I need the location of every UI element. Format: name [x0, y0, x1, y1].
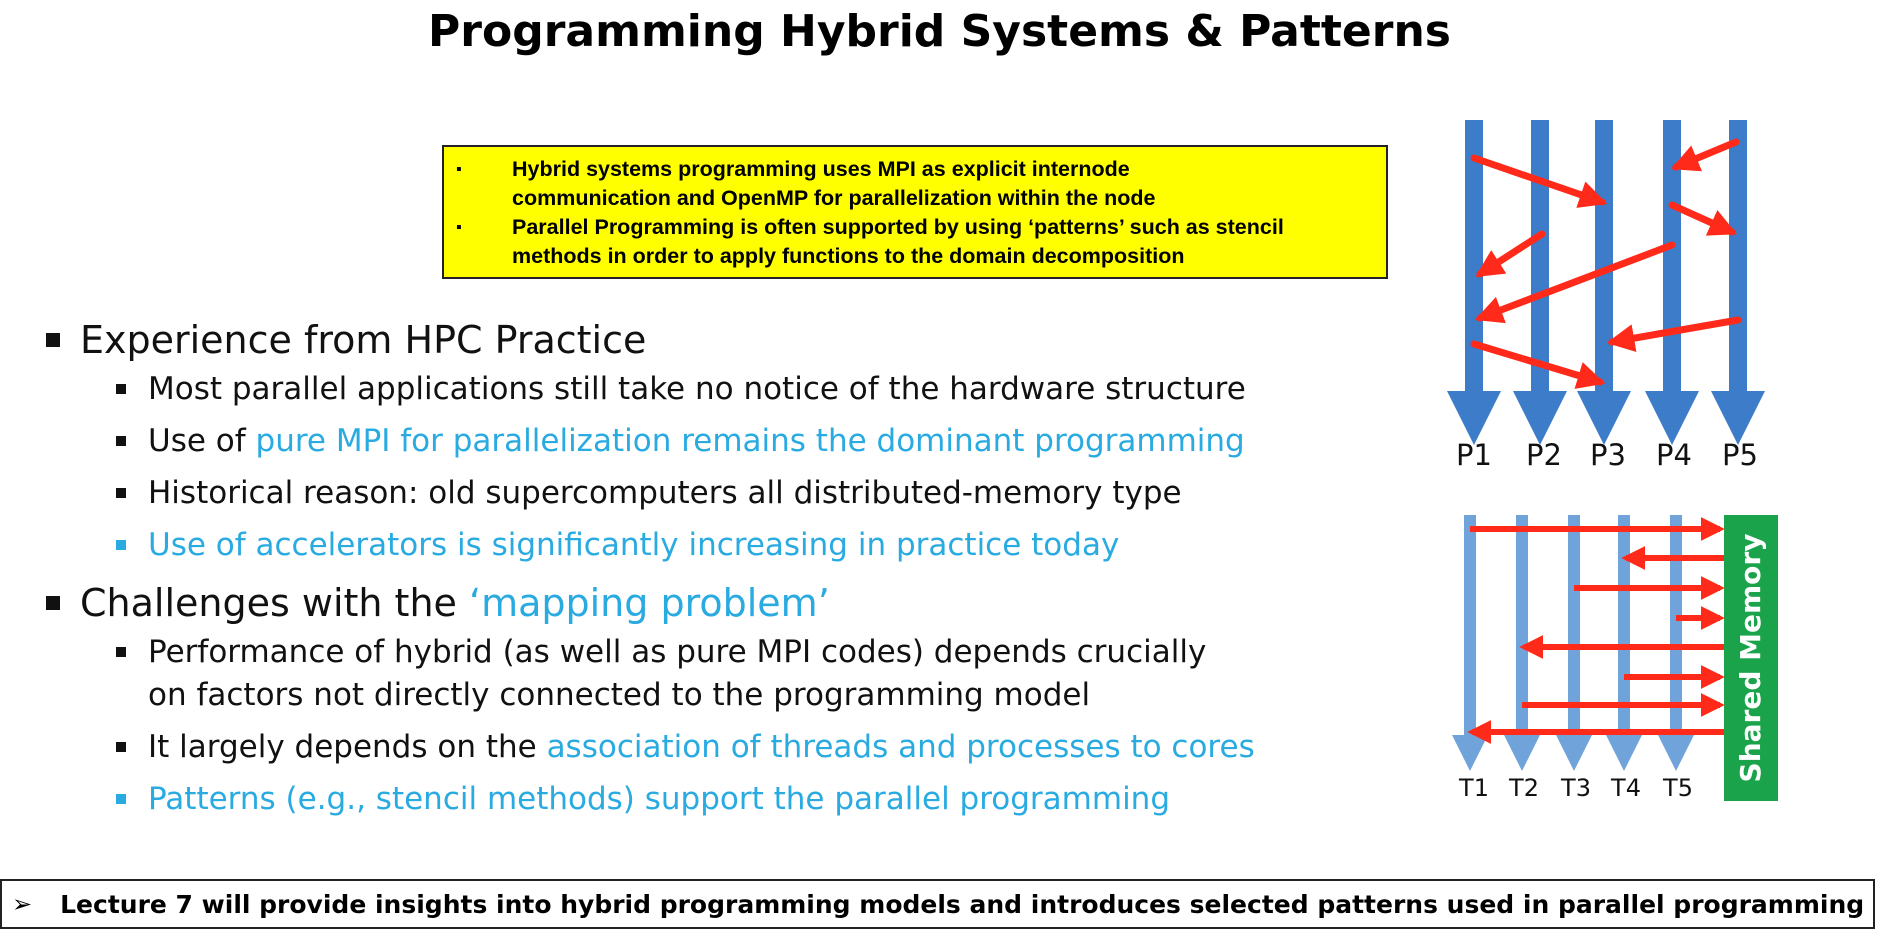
list-item: Historical reason: old supercomputers al…: [116, 472, 1255, 515]
bullet-icon: [116, 540, 126, 550]
list-item: Use of accelerators is significantly inc…: [116, 524, 1255, 567]
arrow-bullet-icon: ➢: [12, 890, 33, 918]
summary-item: ▪ Hybrid systems programming uses MPI as…: [456, 155, 1372, 213]
section-heading: Experience from HPC Practice: [44, 318, 1255, 362]
section-heading: Challenges with the ‘mapping problem’: [44, 581, 1255, 625]
thread-label: T1: [1458, 774, 1489, 802]
summary-item: ▪ Parallel Programming is often supporte…: [456, 213, 1372, 271]
slide-title: Programming Hybrid Systems & Patterns: [428, 6, 1451, 57]
bullet-icon: [116, 488, 126, 498]
list-item: Most parallel applications still take no…: [116, 368, 1255, 411]
bullet-list: Experience from HPC Practice Most parall…: [44, 318, 1255, 821]
highlight-text: ‘mapping problem’: [469, 581, 830, 625]
thread-label: T5: [1662, 774, 1693, 802]
process-label: P4: [1656, 438, 1692, 472]
highlight-text: pure MPI for parallelization remains the…: [255, 423, 1245, 459]
list-item-text: Performance of hybrid (as well as pure M…: [148, 634, 1207, 670]
summary-line: Parallel Programming is often supported …: [512, 215, 1284, 239]
bullet-icon: [116, 436, 126, 446]
thread-diagram: Shared Memory: [1452, 515, 1778, 801]
list-item-text: Historical reason: old supercomputers al…: [148, 475, 1182, 511]
list-item-text: It largely depends on the: [148, 729, 547, 765]
process-diagram: [1447, 120, 1765, 445]
bullet-icon: [116, 647, 126, 657]
bullet-icon: ▪: [456, 161, 462, 178]
bullet-icon: [116, 742, 126, 752]
process-label: P5: [1722, 438, 1758, 472]
thread-label: T4: [1610, 774, 1641, 802]
list-item: Patterns (e.g., stencil methods) support…: [116, 778, 1255, 821]
list-item-text: Use of: [148, 423, 256, 459]
section-heading-text: Experience from HPC Practice: [80, 318, 647, 362]
bullet-icon: ▪: [456, 219, 462, 236]
thread-label: T2: [1508, 774, 1539, 802]
highlight-text: association of threads and processes to …: [546, 729, 1255, 765]
thread-label: T3: [1560, 774, 1591, 802]
summary-line: communication and OpenMP for paralleliza…: [512, 186, 1156, 210]
hybrid-diagram: P1 P2 P3 P4 P5 Shared Memory T1 T2 T3 T4…: [1447, 120, 1778, 802]
section-heading-text: Challenges with the: [80, 581, 469, 625]
list-item: It largely depends on the association of…: [116, 726, 1255, 769]
list-item-text: on factors not directly connected to the…: [148, 677, 1091, 713]
footer-banner: ➢ Lecture 7 will provide insights into h…: [0, 879, 1875, 929]
highlight-text: Patterns (e.g., stencil methods) support…: [148, 781, 1171, 817]
footer-text: Lecture 7 will provide insights into hyb…: [60, 889, 1865, 919]
process-label: P3: [1590, 438, 1626, 472]
highlight-text: Use of accelerators is significantly inc…: [148, 527, 1120, 563]
bullet-icon: [46, 333, 60, 347]
list-item: Use of pure MPI for parallelization rema…: [116, 420, 1255, 463]
process-label: P1: [1456, 438, 1492, 472]
message-arrow: [1670, 138, 1740, 172]
bullet-icon: [46, 596, 60, 610]
process-label: P2: [1526, 438, 1562, 472]
bullet-icon: [116, 384, 126, 394]
summary-line: methods in order to apply functions to t…: [512, 244, 1185, 268]
bullet-icon: [116, 794, 126, 804]
shared-memory-label: Shared Memory: [1734, 534, 1767, 783]
list-item: Performance of hybrid (as well as pure M…: [116, 631, 1255, 717]
list-item-text: Most parallel applications still take no…: [148, 371, 1246, 407]
summary-box: ▪ Hybrid systems programming uses MPI as…: [442, 145, 1388, 279]
summary-line: Hybrid systems programming uses MPI as e…: [512, 157, 1130, 181]
